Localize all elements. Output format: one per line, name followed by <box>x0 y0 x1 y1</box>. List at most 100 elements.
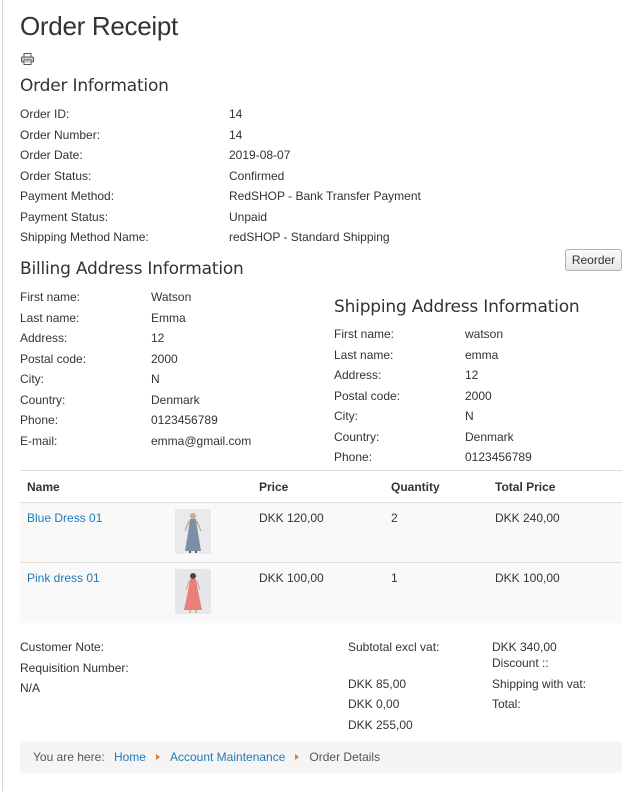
discount-value: DKK 85,00 <box>348 676 407 691</box>
shipping-country-value: Denmark <box>465 429 514 444</box>
breadcrumb-current: Order Details <box>309 750 381 764</box>
order-id-label: Order ID: <box>20 107 70 121</box>
totals-column-left: Subtotal excl vat: DKK 85,00 DKK 0,00 DK… <box>348 637 439 735</box>
order-info-heading: Order Information <box>20 76 169 96</box>
shipping-address-heading: Shipping Address Information <box>334 297 580 317</box>
billing-country-label: Country: <box>20 392 66 407</box>
order-date-value: 2019-08-07 <box>229 148 291 162</box>
breadcrumb: You are here: Home Account Maintenance Ord… <box>20 741 622 773</box>
order-info-list: Order ID: 14 Order Number: 14 Order Date: 2… <box>20 104 421 248</box>
order-number-row: Order Number: 14 <box>20 125 421 146</box>
table-header-row: Name Price Quantity Total Price <box>20 470 622 503</box>
breadcrumb-account-maintenance-link[interactable]: Account Maintenance <box>170 750 285 764</box>
triangle-right-icon <box>295 754 300 761</box>
order-notes: Customer Note: Requisition Number: N/A <box>20 637 129 699</box>
payment-method-value: RedSHOP - Bank Transfer Payment <box>229 189 421 203</box>
shipping-postal-code-row: Postal code: 2000 <box>334 386 532 407</box>
billing-city-value: N <box>151 372 160 386</box>
shipping-city-value: N <box>465 409 474 423</box>
total-label: Total: <box>492 697 521 711</box>
order-status-row: Order Status: Confirmed <box>20 166 421 187</box>
shipping-first-name-value: watson <box>465 327 504 341</box>
billing-email-link[interactable]: emma@gmail.com <box>151 431 251 452</box>
billing-last-name-label: Last name: <box>20 310 80 325</box>
item-total-cell: DKK 100,00 <box>488 562 622 623</box>
subtotal-value: DKK 340,00 <box>492 640 557 654</box>
breadcrumb-home-link[interactable]: Home <box>114 750 146 764</box>
order-status-value: Confirmed <box>229 168 285 183</box>
shipping-phone-row: Phone: 0123456789 <box>334 447 532 468</box>
reorder-button[interactable]: Reorder <box>565 249 622 271</box>
billing-postal-code-row: Postal code: 2000 <box>20 349 251 370</box>
table-row: Pink dress 01 DKK 100,00 1 DKK 100,00 <box>20 562 622 623</box>
total-value: DKK 255,00 <box>348 717 413 732</box>
billing-email-label: E-mail: <box>20 433 58 448</box>
shipping-address-label: Address: <box>334 368 382 382</box>
payment-status-label: Payment Status: <box>20 209 109 224</box>
requisition-number-label: Requisition Number: <box>20 660 129 675</box>
product-thumbnail-blue-dress[interactable] <box>175 509 211 554</box>
billing-phone-value: 0123456789 <box>151 413 218 427</box>
left-border <box>2 0 3 791</box>
shipping-address-value: 12 <box>465 368 479 382</box>
billing-address-list: First name: Watson Last name: Emma Address… <box>20 287 251 451</box>
billing-first-name-label: First name: <box>20 290 81 304</box>
item-price-cell: DKK 120,00 <box>252 502 384 563</box>
shipping-method-value: redSHOP - Standard Shipping <box>229 230 390 244</box>
column-header-total-price: Total Price <box>488 470 622 503</box>
billing-postal-code-label: Postal code: <box>20 351 87 366</box>
customer-note-label: Customer Note: <box>20 640 105 654</box>
billing-phone-row: Phone: 0123456789 <box>20 410 251 431</box>
shipping-label: Shipping with vat: <box>492 676 587 691</box>
payment-status-value: Unpaid <box>229 209 268 224</box>
column-header-quantity: Quantity <box>384 470 488 503</box>
shipping-last-name-row: Last name: emma <box>334 345 532 366</box>
subtotal-label: Subtotal excl vat: <box>348 640 440 654</box>
shipping-country-label: Country: <box>334 429 380 444</box>
billing-postal-code-value: 2000 <box>151 351 178 366</box>
table-row: Blue Dress 01 DKK 120,00 2 DKK 240,00 <box>20 502 622 563</box>
payment-status-row: Payment Status: Unpaid <box>20 207 421 228</box>
shipping-method-label: Shipping Method Name: <box>20 230 149 244</box>
shipping-city-row: City: N <box>334 406 532 427</box>
billing-address-value: 12 <box>151 331 165 345</box>
order-id-row: Order ID: 14 <box>20 104 421 125</box>
item-name-cell: Blue Dress 01 <box>20 502 252 563</box>
billing-city-label: City: <box>20 372 44 386</box>
billing-country-value: Denmark <box>151 392 200 407</box>
billing-country-row: Country: Denmark <box>20 390 251 411</box>
breadcrumb-prefix: You are here: <box>33 750 105 764</box>
item-name-link[interactable]: Blue Dress 01 <box>27 511 175 554</box>
billing-last-name-row: Last name: Emma <box>20 308 251 329</box>
shipping-last-name-label: Last name: <box>334 347 394 362</box>
shipping-postal-code-label: Postal code: <box>334 388 401 403</box>
shipping-address-row: Address: 12 <box>334 365 532 386</box>
item-name-link[interactable]: Pink dress 01 <box>27 571 175 614</box>
shipping-first-name-label: First name: <box>334 327 395 341</box>
item-price-cell: DKK 100,00 <box>252 562 384 623</box>
order-id-value: 14 <box>229 107 243 121</box>
shipping-phone-label: Phone: <box>334 450 373 464</box>
payment-method-label: Payment Method: <box>20 189 115 203</box>
shipping-value: DKK 0,00 <box>348 697 400 711</box>
order-date-label: Order Date: <box>20 148 83 162</box>
order-date-row: Order Date: 2019-08-07 <box>20 145 421 166</box>
product-thumbnail-pink-dress[interactable] <box>175 569 211 614</box>
totals-column-right: DKK 340,00 Discount :: Shipping with vat… <box>492 637 586 715</box>
billing-city-row: City: N <box>20 369 251 390</box>
billing-address-heading: Billing Address Information <box>20 259 244 279</box>
shipping-address-list: First name: watson Last name: emma Address… <box>334 324 532 468</box>
item-quantity-cell: 1 <box>384 562 488 623</box>
printer-icon[interactable] <box>21 53 34 65</box>
shipping-last-name-value: emma <box>465 347 499 362</box>
order-number-value: 14 <box>229 127 243 142</box>
billing-last-name-value: Emma <box>151 310 186 325</box>
column-header-price: Price <box>252 470 384 503</box>
discount-label: Discount :: <box>492 656 549 670</box>
shipping-postal-code-value: 2000 <box>465 388 492 403</box>
billing-first-name-row: First name: Watson <box>20 287 251 308</box>
order-number-label: Order Number: <box>20 127 101 142</box>
requisition-number-value: N/A <box>20 681 41 695</box>
order-status-label: Order Status: <box>20 168 92 183</box>
